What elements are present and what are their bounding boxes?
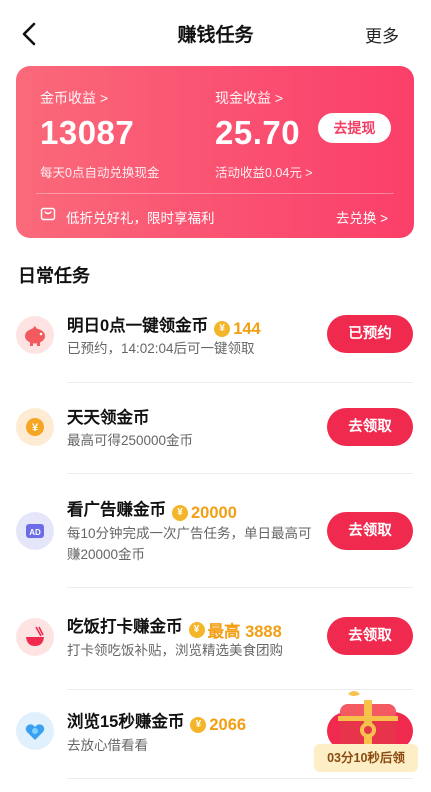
- task-reward: ¥20000: [172, 504, 237, 523]
- task-reward-value: 144: [233, 319, 261, 338]
- task-row: ¥ 天天领金币 最高可得250000金币 去领取: [0, 384, 431, 474]
- task-reward-value: 最高 3888: [207, 623, 282, 641]
- divider: [67, 382, 413, 383]
- countdown-badge[interactable]: 03分10秒后领: [314, 744, 418, 772]
- reserved-button[interactable]: 已预约: [327, 315, 413, 353]
- coin-earnings-note: 每天0点自动兑换现金: [40, 166, 160, 180]
- task-description: 已预约，14:02:04后可一键领取: [67, 341, 255, 356]
- task-title-text: 浏览15秒赚金币: [67, 713, 185, 731]
- more-button[interactable]: 更多: [365, 22, 399, 47]
- task-description: 打卡领吃饭补贴，浏览精选美食团购: [67, 643, 283, 658]
- coin-icon: ¥: [16, 408, 54, 446]
- claim-button[interactable]: 去领取: [327, 512, 413, 550]
- cash-earnings-label[interactable]: 现金收益 >: [215, 88, 283, 108]
- task-title-text: 看广告赚金币: [67, 501, 166, 519]
- task-row: 吃饭打卡赚金币 ¥ 最高 3888 打卡领吃饭补贴，浏览精选美食团购 去领取: [0, 588, 431, 690]
- coin-icon: ¥: [188, 622, 205, 638]
- coin-earnings-label[interactable]: 金币收益 >: [40, 88, 108, 108]
- divider: [67, 778, 413, 779]
- food-bowl-icon: [16, 618, 54, 656]
- task-reward: ¥2066: [190, 716, 246, 735]
- task-description: 去放心借看看: [67, 738, 148, 753]
- task-title-text: 吃饭打卡赚金币: [67, 618, 183, 636]
- cash-earnings-value: 25.70: [215, 114, 301, 151]
- task-title-text: 明日0点一键领金币: [67, 317, 209, 335]
- promo-text: 低折兑好礼，限时享福利: [66, 211, 215, 226]
- task-description: 最高可得250000金币: [67, 433, 194, 448]
- heart-shield-icon: [16, 712, 54, 750]
- task-reward: ¥ 最高 3888: [188, 618, 282, 642]
- task-title: 看广告赚金币 ¥20000: [67, 496, 237, 523]
- task-title: 吃饭打卡赚金币 ¥ 最高 3888: [67, 613, 282, 642]
- ad-icon: AD: [16, 512, 54, 550]
- earnings-card: 金币收益 > 13087 每天0点自动兑换现金 现金收益 > 25.70 活动收…: [16, 66, 414, 238]
- task-row: 明日0点一键领金币 ¥144 已预约，14:02:04后可一键领取 已预约: [0, 300, 431, 384]
- claim-button[interactable]: 去领取: [327, 617, 413, 655]
- nav-bar: 赚钱任务 更多: [0, 0, 431, 66]
- card-divider: [36, 193, 394, 194]
- claim-button[interactable]: 去领取: [327, 408, 413, 446]
- task-row: AD 看广告赚金币 ¥20000 每10分钟完成一次广告任务，单日最高可赚2000…: [0, 474, 431, 588]
- piggy-bank-icon: [16, 316, 54, 354]
- gift-box-icon: [40, 206, 56, 222]
- task-reward-value: 20000: [191, 503, 237, 522]
- task-description: 每10分钟完成一次广告任务，单日最高可赚20000金币: [67, 526, 312, 562]
- coin-icon: ¥: [214, 321, 231, 337]
- activity-earnings-link[interactable]: 活动收益0.04元 >: [215, 162, 313, 181]
- svg-text:AD: AD: [29, 528, 41, 537]
- coin-earnings-value: 13087: [40, 114, 135, 151]
- task-reward: ¥144: [214, 320, 261, 339]
- task-title: 浏览15秒赚金币 ¥2066: [67, 708, 246, 735]
- task-reward-value: 2066: [209, 715, 247, 734]
- coin-icon: ¥: [172, 505, 188, 521]
- task-title: 明日0点一键领金币 ¥144: [67, 312, 261, 339]
- task-title: 天天领金币: [67, 409, 150, 427]
- withdraw-button[interactable]: 去提现: [318, 113, 391, 143]
- coin-icon: ¥: [190, 717, 207, 733]
- daily-tasks-heading: 日常任务: [18, 266, 90, 286]
- redeem-link[interactable]: 去兑换 >: [336, 207, 388, 227]
- svg-text:¥: ¥: [32, 422, 39, 434]
